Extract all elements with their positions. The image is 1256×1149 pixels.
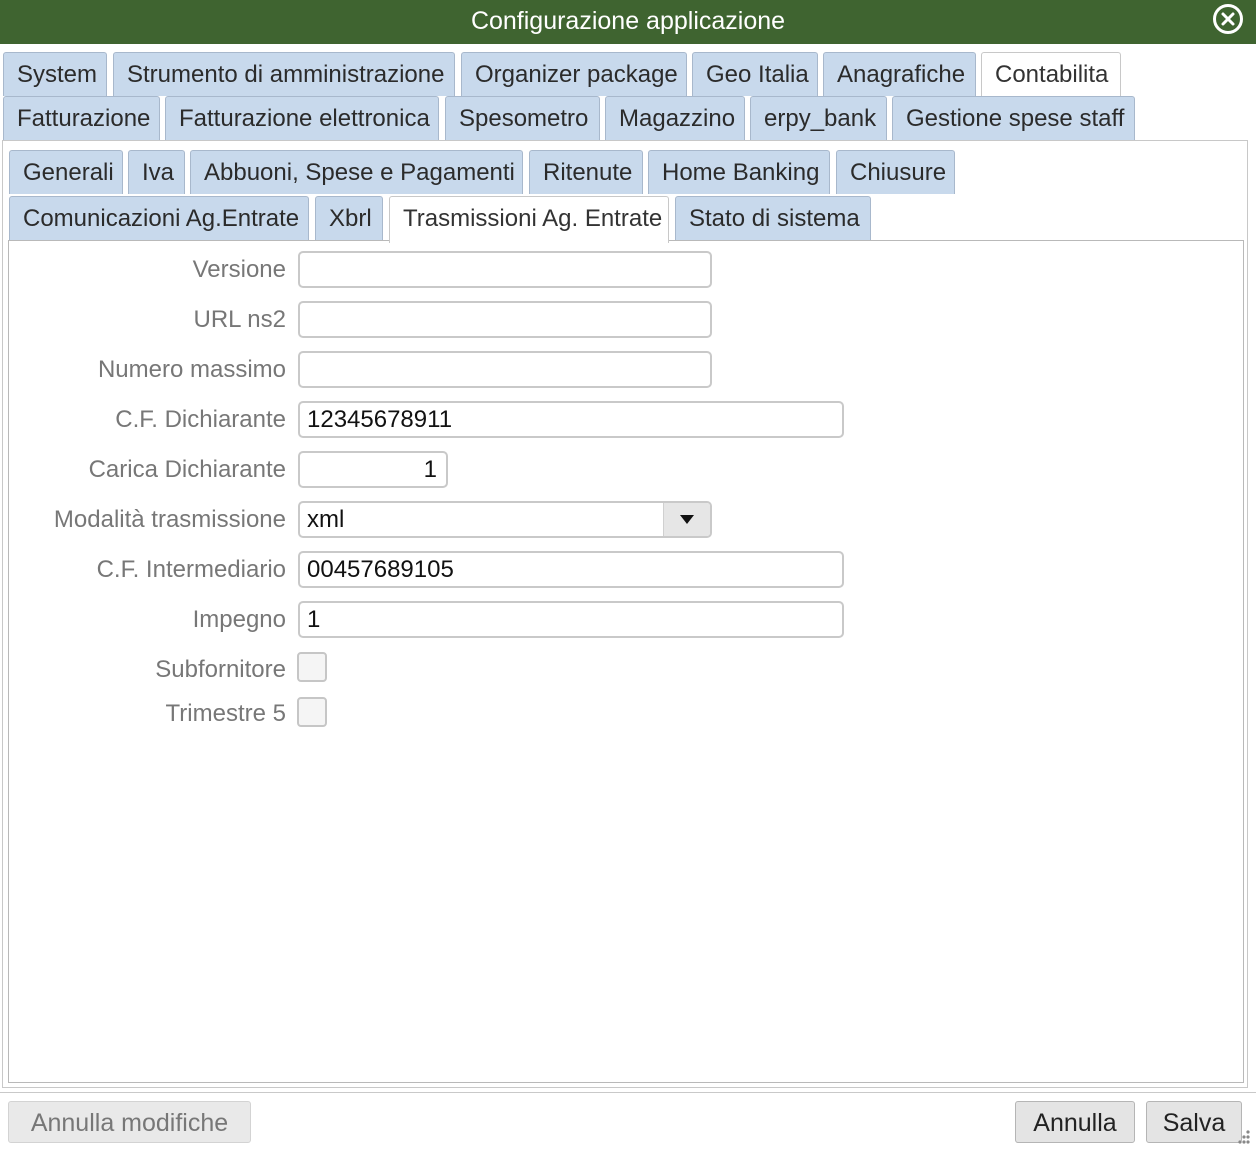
- subfornitore-checkbox[interactable]: [297, 652, 327, 682]
- impegno-label: Impegno: [192, 606, 286, 633]
- subtab-chiusure[interactable]: Chiusure: [836, 150, 955, 194]
- cf-intermediario-label: C.F. Intermediario: [96, 556, 286, 583]
- tab-erpy-bank[interactable]: erpy_bank: [750, 96, 887, 140]
- cf-dichiarante-label: C.F. Dichiarante: [115, 406, 286, 433]
- modalita-trasmissione-label: Modalità trasmissione: [53, 506, 286, 533]
- url-ns2-field[interactable]: [298, 301, 712, 338]
- trimestre-5-label: Trimestre 5: [165, 700, 286, 727]
- tab-fatturazione-elettronica[interactable]: Fatturazione elettronica: [165, 96, 439, 140]
- title-bar: Configurazione applicazione: [0, 0, 1256, 44]
- versione-label: Versione: [192, 256, 286, 283]
- tab-strumento-amministrazione[interactable]: Strumento di amministrazione: [113, 52, 455, 96]
- impegno-field[interactable]: 1: [298, 601, 844, 638]
- dropdown-arrow-icon[interactable]: [663, 503, 710, 536]
- subtab-xbrl[interactable]: Xbrl: [315, 196, 383, 240]
- subtab-abbuoni-spese-pagamenti[interactable]: Abbuoni, Spese e Pagamenti: [190, 150, 523, 194]
- carica-dichiarante-label: Carica Dichiarante: [88, 456, 286, 483]
- footer-divider: [0, 1092, 1256, 1093]
- numero-massimo-field[interactable]: [298, 351, 712, 388]
- tab-contabilita[interactable]: Contabilita: [981, 52, 1121, 96]
- subtab-stato-di-sistema[interactable]: Stato di sistema: [675, 196, 871, 240]
- subtab-home-banking[interactable]: Home Banking: [648, 150, 830, 194]
- tab-geo-italia[interactable]: Geo Italia: [692, 52, 818, 96]
- subtab-generali[interactable]: Generali: [9, 150, 123, 194]
- tab-anagrafiche[interactable]: Anagrafiche: [823, 52, 976, 96]
- url-ns2-label: URL ns2: [193, 306, 286, 333]
- tab-magazzino[interactable]: Magazzino: [605, 96, 745, 140]
- subtab-comunicazioni-ag-entrate[interactable]: Comunicazioni Ag.Entrate: [9, 196, 309, 240]
- modalita-trasmissione-value: xml: [307, 506, 345, 533]
- subtab-iva[interactable]: Iva: [128, 150, 185, 194]
- versione-field[interactable]: [298, 251, 712, 288]
- tab-gestione-spese-staff[interactable]: Gestione spese staff: [892, 96, 1135, 140]
- tab-system[interactable]: System: [3, 52, 107, 96]
- carica-dichiarante-field[interactable]: 1: [298, 451, 448, 488]
- resize-grip-icon[interactable]: [1228, 1128, 1252, 1144]
- modalita-trasmissione-select[interactable]: xml: [298, 501, 712, 538]
- annulla-button[interactable]: Annulla: [1015, 1101, 1135, 1143]
- cf-dichiarante-field[interactable]: 12345678911: [298, 401, 844, 438]
- trimestre-5-checkbox[interactable]: [297, 697, 327, 727]
- tab-spesometro[interactable]: Spesometro: [445, 96, 600, 140]
- cf-intermediario-field[interactable]: 00457689105: [298, 551, 844, 588]
- subtab-ritenute[interactable]: Ritenute: [529, 150, 643, 194]
- close-icon[interactable]: [1212, 3, 1244, 35]
- subtab-trasmissioni-ag-entrate[interactable]: Trasmissioni Ag. Entrate: [389, 196, 669, 243]
- tab-organizer-package[interactable]: Organizer package: [461, 52, 687, 96]
- annulla-modifiche-button[interactable]: Annulla modifiche: [8, 1101, 251, 1143]
- tab-fatturazione[interactable]: Fatturazione: [3, 96, 160, 140]
- subfornitore-label: Subfornitore: [155, 656, 286, 683]
- window-title: Configurazione applicazione: [470, 7, 786, 35]
- numero-massimo-label: Numero massimo: [97, 356, 286, 383]
